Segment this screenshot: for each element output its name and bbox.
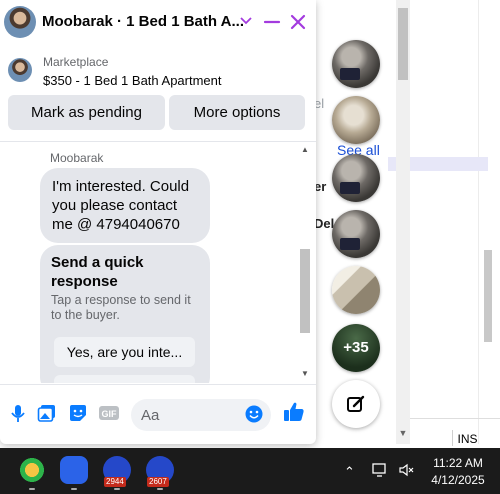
marketplace-listing-bar: Marketplace $350 - 1 Bed 1 Bath Apartmen… [0,46,316,142]
quick-reply-title: Send a quick response [51,254,144,290]
running-indicator [71,488,77,490]
svg-text:GIF: GIF [102,409,118,419]
more-chats-head[interactable]: +35 [332,324,380,372]
sofa-image [340,68,360,80]
mark-as-pending-button[interactable]: Mark as pending [8,95,165,130]
emoji-icon[interactable] [245,405,265,425]
divider [478,0,479,444]
new-message-button[interactable] [332,380,380,428]
background-scrollbar-thumb[interactable] [398,8,408,80]
clock-time[interactable]: 11:22 AM [428,456,488,470]
minimize-icon[interactable] [262,12,282,32]
chat-heads-column: +35 [318,0,396,444]
compose-icon [347,395,365,412]
taskbar-app-icon[interactable] [18,456,46,484]
sender-name: Moobarak [50,151,104,165]
chat-header[interactable]: Moobarak · 1 Bed 1 Bath A... [0,0,316,44]
photo-icon[interactable] [37,403,57,423]
quick-reply-card: Send a quick response Tap a response to … [40,245,210,383]
marketplace-label: Marketplace [43,55,109,69]
more-options-button[interactable]: More options [169,95,305,130]
microphone-icon[interactable] [8,403,28,423]
like-thumbs-up-icon[interactable] [282,400,306,424]
network-icon[interactable] [372,462,388,481]
message-list[interactable]: Moobarak I'm interested. Could you pleas… [0,143,316,383]
chat-head[interactable] [332,40,380,88]
quick-reply-option[interactable]: Yes, are you inte... [54,337,195,367]
sticker-icon[interactable] [68,403,88,423]
listing-title[interactable]: $350 - 1 Bed 1 Bath Apartment [43,73,222,88]
more-chats-count: +35 [343,339,369,356]
scroll-down-arrow-icon[interactable]: ▼ [301,369,309,378]
taskbar: 2944 2607 ⌃ 11:22 AM 4/12/2025 [0,448,500,494]
chat-head[interactable] [332,210,380,258]
background-status-bar [0,428,500,448]
chat-head[interactable] [332,266,380,314]
volume-muted-icon[interactable] [398,462,414,481]
message-bubble[interactable]: I'm interested. Could you please contact… [40,168,210,243]
running-indicator [157,488,163,490]
running-indicator [29,488,35,490]
sofa-image [340,238,360,250]
scroll-up-arrow-icon[interactable]: ▲ [301,145,309,154]
right-scrollbar-thumb[interactable] [484,250,492,342]
quick-reply-option[interactable] [54,375,195,383]
chat-title[interactable]: Moobarak · 1 Bed 1 Bath A... [42,13,244,30]
chevron-down-icon[interactable] [236,13,256,33]
chat-head[interactable] [332,96,380,144]
avatar [8,58,32,82]
message-scrollbar-thumb[interactable] [300,249,310,333]
insert-mode-indicator: INS [452,430,482,446]
sofa-image [340,182,360,194]
clock-date[interactable]: 4/12/2025 [424,473,492,487]
notification-badge: 2607 [147,477,169,487]
chevron-up-icon[interactable]: ⌃ [344,464,355,480]
taskbar-app-icon[interactable] [60,456,88,484]
divider [410,418,500,419]
quick-reply-subtitle: Tap a response to send it to the buyer. [51,293,191,322]
messenger-chat-window: Moobarak · 1 Bed 1 Bath A... Marketplace… [0,0,316,444]
close-icon[interactable] [288,12,308,32]
gif-icon[interactable]: GIF [98,403,119,423]
avatar[interactable] [4,6,36,38]
notification-badge: 2944 [104,477,126,487]
chat-head[interactable] [332,154,380,202]
running-indicator [114,488,120,490]
